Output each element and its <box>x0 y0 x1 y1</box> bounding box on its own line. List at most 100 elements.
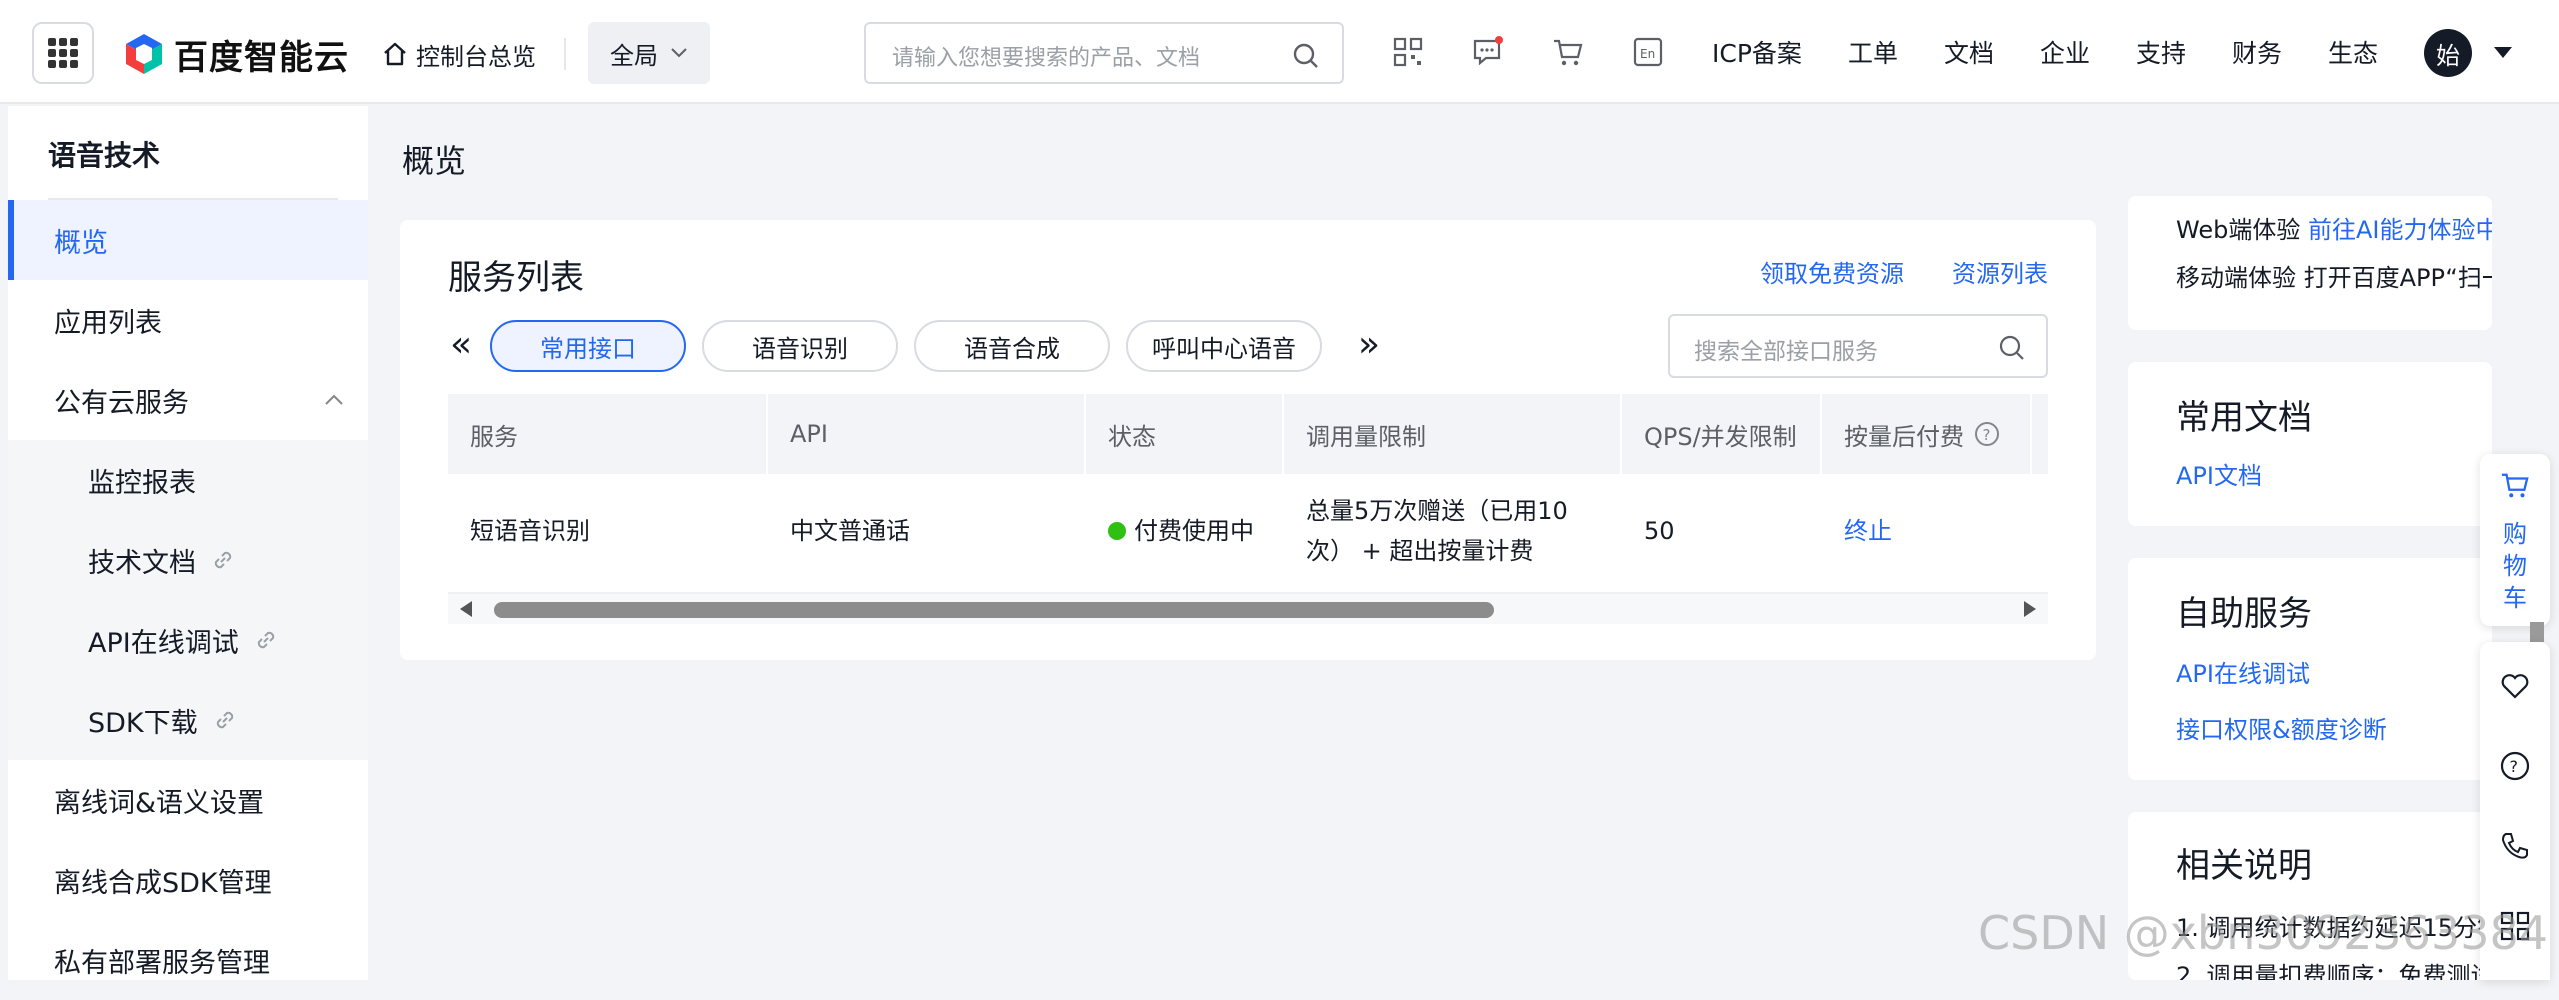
region-scope-dropdown[interactable]: 全局 <box>588 22 710 84</box>
message-icon[interactable] <box>1472 36 1504 68</box>
cell-status: 付费使用中 <box>1086 474 1284 588</box>
cart-icon[interactable] <box>1552 36 1584 68</box>
nav-icp[interactable]: ICP备案 <box>1712 34 1802 70</box>
table-horizontal-scrollbar[interactable] <box>448 592 2048 624</box>
sidebar-title: 语音技术 <box>48 139 161 172</box>
sidebar-item-offline-words[interactable]: 离线词&语义设置 <box>8 760 368 840</box>
tab-common-api[interactable]: 常用接口 <box>490 320 686 372</box>
api-docs-link[interactable]: API文档 <box>2176 456 2262 491</box>
search-icon[interactable] <box>1292 42 1320 70</box>
scrollbar-thumb[interactable] <box>494 602 1494 618</box>
page-scrollbar-thumb[interactable] <box>2530 622 2544 642</box>
nav-enterprise[interactable]: 企业 <box>2040 34 2090 70</box>
tabs-prev-icon[interactable]: « <box>450 324 472 365</box>
tab-speech-synthesis[interactable]: 语音合成 <box>914 320 1110 372</box>
sidebar-item-label: 离线词&语义设置 <box>54 787 265 819</box>
api-search-input[interactable]: 搜索全部接口服务 <box>1668 314 2048 378</box>
qrcode-icon[interactable] <box>1392 36 1424 68</box>
table-header: 服务 API 状态 调用量限制 QPS/并发限制 按量后付费 ? <box>448 394 2048 474</box>
api-search-placeholder: 搜索全部接口服务 <box>1694 339 1878 365</box>
app-grid-menu-button[interactable] <box>32 22 94 84</box>
sidebar-item-label: 私有部署服务管理 <box>54 947 270 979</box>
tab-speech-recognition[interactable]: 语音识别 <box>702 320 898 372</box>
cart-char: 物 <box>2503 552 2527 580</box>
nav-support[interactable]: 支持 <box>2136 34 2186 70</box>
sidebar-item-app-list[interactable]: 应用列表 <box>8 280 368 360</box>
sidebar-item-private-deploy[interactable]: 私有部署服务管理 <box>8 920 368 1000</box>
column-header-postpaid: 按量后付费 ? <box>1822 394 2032 474</box>
svg-text:En: En <box>1640 47 1655 61</box>
web-experience-row: Web端体验 前往AI能力体验中 <box>2176 210 2492 245</box>
cart-char: 车 <box>2503 584 2527 612</box>
service-list-card: 服务列表 领取免费资源 资源列表 « 常用接口 语音识别 语音合成 呼叫中心语音… <box>400 220 2096 660</box>
global-search-placeholder: 请输入您想要搜索的产品、文档 <box>892 46 1201 71</box>
home-icon <box>384 42 406 66</box>
column-header-service: 服务 <box>448 394 768 474</box>
top-navbar: 百度智能云 控制台总览 全局 请输入您想要搜索的产品、文档 En ICP备案 工… <box>0 0 2559 104</box>
quota-diagnosis-link[interactable]: 接口权限&额度诊断 <box>2176 710 2387 745</box>
console-home-link[interactable]: 控制台总览 <box>382 34 536 74</box>
sidebar-item-offline-tts-sdk[interactable]: 离线合成SDK管理 <box>8 840 368 920</box>
sidebar-item-label: 应用列表 <box>54 307 162 339</box>
notes-title: 相关说明 <box>2176 846 2312 886</box>
sidebar-item-public-cloud[interactable]: 公有云服务 <box>8 360 368 440</box>
column-header-api: API <box>768 394 1086 474</box>
external-link-icon <box>214 551 232 569</box>
common-docs-title: 常用文档 <box>2176 398 2312 438</box>
column-header-postpaid-label: 按量后付费 <box>1844 422 1964 451</box>
global-search-input[interactable]: 请输入您想要搜索的产品、文档 <box>864 22 1344 84</box>
nav-ticket[interactable]: 工单 <box>1848 34 1898 70</box>
floating-cart-button[interactable]: 购 物 车 <box>2480 454 2550 626</box>
service-list-title: 服务列表 <box>448 258 584 298</box>
user-menu-caret-icon[interactable] <box>2494 47 2512 58</box>
console-home-label: 控制台总览 <box>416 42 536 71</box>
api-debug-link[interactable]: API在线调试 <box>2176 654 2310 689</box>
column-header-call-limit: 调用量限制 <box>1284 394 1622 474</box>
help-icon[interactable]: ? <box>1974 421 2000 447</box>
sidebar-item-label: 技术文档 <box>88 547 196 579</box>
svg-text:?: ? <box>2510 757 2519 776</box>
nav-ecosystem[interactable]: 生态 <box>2328 34 2378 70</box>
chevron-up-icon[interactable] <box>324 394 344 406</box>
language-icon[interactable]: En <box>1632 36 1664 68</box>
sidebar-item-monitoring[interactable]: 监控报表 <box>8 440 368 520</box>
cell-qps: 50 <box>1644 517 1675 545</box>
column-header-status: 状态 <box>1086 394 1284 474</box>
chevron-down-icon <box>671 48 687 58</box>
ai-experience-link[interactable]: 前往AI能力体验中 <box>2308 216 2492 244</box>
sidebar-item-api-debug[interactable]: API在线调试 <box>8 600 368 680</box>
cell-service: 短语音识别 <box>470 517 590 545</box>
self-service-card: 自助服务 API在线调试 接口权限&额度诊断 <box>2128 558 2492 780</box>
sidebar-item-tech-docs[interactable]: 技术文档 <box>8 520 368 600</box>
sidebar-item-label: API在线调试 <box>88 627 239 659</box>
scroll-left-icon[interactable] <box>460 601 474 617</box>
experience-card: Web端体验 前往AI能力体验中 移动端体验 打开百度APP“扫一 <box>2128 196 2492 330</box>
cell-call-limit: 总量5万次赠送（已用10 次） + 超出按量计费 <box>1284 474 1622 588</box>
baidu-cloud-logo-icon[interactable] <box>122 32 166 76</box>
search-icon[interactable] <box>1998 334 2026 362</box>
terminate-button[interactable]: 终止 <box>1822 474 2032 588</box>
sidebar-item-label: 离线合成SDK管理 <box>54 867 272 899</box>
phone-icon[interactable] <box>2499 830 2531 862</box>
region-scope-label: 全局 <box>610 41 658 70</box>
scroll-right-icon[interactable] <box>2022 601 2036 617</box>
sidebar-item-sdk-download[interactable]: SDK下载 <box>8 680 368 760</box>
tab-call-center-voice[interactable]: 呼叫中心语音 <box>1126 320 1322 372</box>
brand-name[interactable]: 百度智能云 <box>174 30 349 79</box>
cell-api: 中文普通话 <box>790 517 910 545</box>
call-limit-line: 次） + 超出按量计费 <box>1306 537 1534 565</box>
resource-list-link[interactable]: 资源列表 <box>1952 254 2048 289</box>
user-avatar[interactable]: 始 <box>2424 29 2472 77</box>
sidebar-item-label: SDK下载 <box>88 707 198 739</box>
external-link-icon <box>216 711 233 729</box>
favorite-heart-icon[interactable] <box>2499 670 2531 702</box>
svg-text:?: ? <box>1983 426 1991 444</box>
help-icon[interactable]: ? <box>2499 750 2531 782</box>
status-label: 付费使用中 <box>1134 517 1254 545</box>
tabs-next-icon[interactable]: » <box>1358 324 1380 365</box>
claim-free-resources-link[interactable]: 领取免费资源 <box>1760 254 1904 289</box>
nav-docs[interactable]: 文档 <box>1944 34 1994 70</box>
sidebar-item-overview[interactable]: 概览 <box>8 200 368 280</box>
divider <box>564 38 566 70</box>
nav-finance[interactable]: 财务 <box>2232 34 2282 70</box>
